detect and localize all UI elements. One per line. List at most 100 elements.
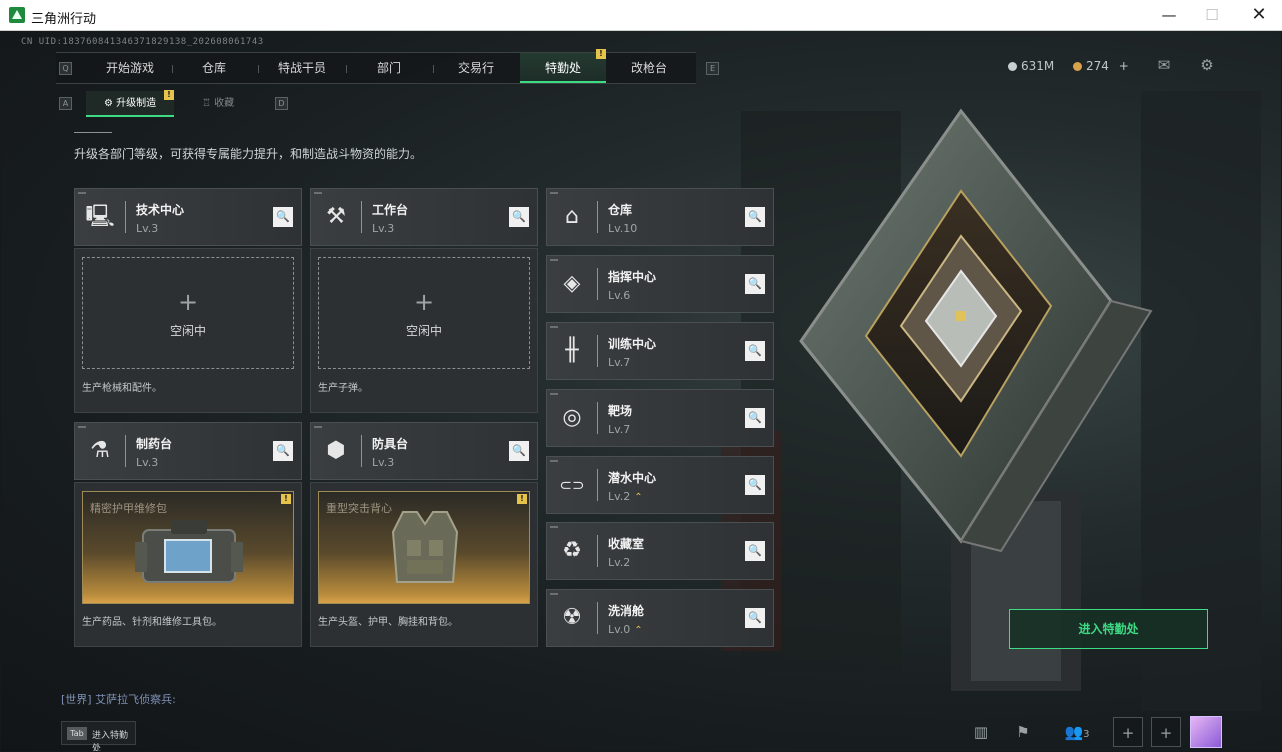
card-divider bbox=[597, 402, 598, 434]
player-uid: CN UID:18376084134637182913​8_2026080617… bbox=[21, 37, 264, 47]
facility-decon-chamber[interactable]: ☢ 洗消舱 Lv.0 ⌃ 🔍 bbox=[546, 589, 774, 647]
window-title: 三角洲行动 bbox=[31, 12, 97, 27]
search-icon[interactable]: 🔍 bbox=[509, 207, 529, 227]
plus-icon: + bbox=[177, 288, 199, 316]
card-corner-mark bbox=[78, 426, 86, 428]
nav-next-key-e[interactable]: E bbox=[706, 62, 719, 75]
tab-gunsmith[interactable]: 改枪台 bbox=[616, 53, 682, 83]
tab-special-ops[interactable]: 特勤处 bbox=[520, 53, 606, 83]
nav-prev-key-q[interactable]: Q bbox=[59, 62, 72, 75]
maximize-button[interactable]: ☐ bbox=[1200, 4, 1224, 26]
search-icon[interactable]: 🔍 bbox=[509, 441, 529, 461]
dept-workbench-header[interactable]: ⚒ 工作台 Lv.3 🔍 bbox=[310, 188, 538, 246]
main-nav: Q 开始游戏 仓库 特战干员 部门 交易行 特勤处 ! 改枪台 E bbox=[56, 49, 719, 84]
currency-2-value: 274 bbox=[1086, 59, 1109, 73]
currency-1: 631M bbox=[1008, 59, 1054, 73]
dept-description: 生产子弹。 bbox=[318, 383, 368, 394]
slot-status: 空闲中 bbox=[405, 324, 442, 338]
add-party-slot-button[interactable]: + bbox=[1151, 717, 1181, 747]
facility-level: Lv.0 ⌃ bbox=[608, 623, 643, 636]
card-corner-mark bbox=[550, 192, 558, 194]
tab-department[interactable]: 部门 bbox=[354, 53, 424, 83]
monitor-icon: 🖳 bbox=[85, 204, 115, 229]
dept-name: 工作台 bbox=[372, 203, 409, 217]
search-icon[interactable]: 🔍 bbox=[745, 608, 765, 628]
tab-key: Tab bbox=[67, 727, 87, 740]
facility-level: Lv.7 bbox=[608, 356, 631, 369]
nav-separator bbox=[433, 65, 434, 73]
search-icon[interactable]: 🔍 bbox=[745, 541, 765, 561]
subtab-collection-label: 收藏 bbox=[214, 98, 235, 109]
enter-special-ops-button[interactable]: 进入特勤处 bbox=[1009, 609, 1208, 649]
subtab-badge: ! bbox=[164, 90, 174, 100]
close-button[interactable]: ✕ bbox=[1247, 4, 1271, 26]
production-slot-empty[interactable]: + 空闲中 bbox=[82, 257, 294, 369]
facility-shooting-range[interactable]: ◎ 靶场 Lv.7 🔍 bbox=[546, 389, 774, 447]
target-icon: ◎ bbox=[562, 405, 582, 430]
coin-icon bbox=[1008, 62, 1017, 71]
friends-button[interactable]: 👥3 bbox=[1059, 717, 1095, 747]
search-icon[interactable]: 🔍 bbox=[745, 408, 765, 428]
card-corner-mark bbox=[550, 326, 558, 328]
flag-icon[interactable]: ⚑ bbox=[1008, 717, 1038, 747]
intro-text: 升级各部门等级，可获得专属能力提升，和制造战斗物资的能力。 bbox=[74, 147, 423, 161]
add-party-slot-button[interactable]: + bbox=[1113, 717, 1143, 747]
dept-pharmacy-body: 精密护甲维修包 ! 生产药品、针剂和维修工具包。 bbox=[74, 482, 302, 647]
assault-vest-image bbox=[391, 511, 459, 583]
game-screen: CN UID:18376084134637182913​8_2026080617… bbox=[1, 31, 1281, 751]
dept-level: Lv.3 bbox=[372, 222, 395, 235]
facility-diving-center[interactable]: ⊂⊃ 潜水中心 Lv.2 ⌃ 🔍 bbox=[546, 456, 774, 514]
dept-pharmacy-header[interactable]: ⚗ 制药台 Lv.3 🔍 bbox=[74, 422, 302, 480]
stats-chart-icon[interactable]: ▥ bbox=[966, 717, 996, 747]
search-icon[interactable]: 🔍 bbox=[745, 475, 765, 495]
card-divider bbox=[361, 201, 362, 233]
nav-separator bbox=[346, 65, 347, 73]
mail-icon[interactable]: ✉ bbox=[1154, 56, 1174, 74]
tab-operators[interactable]: 特战干员 bbox=[266, 53, 338, 83]
facility-collection-room[interactable]: ♻ 收藏室 Lv.2 🔍 bbox=[546, 522, 774, 580]
warehouse-icon: ⌂ bbox=[565, 204, 579, 229]
facility-level-value: Lv.2 bbox=[608, 490, 631, 503]
currency-1-value: 631M bbox=[1021, 59, 1055, 73]
dept-name: 制药台 bbox=[136, 437, 173, 451]
subtab-collection[interactable]: ♖ 收藏 bbox=[182, 91, 262, 117]
facility-level-value: Lv.0 bbox=[608, 623, 631, 636]
production-slot-product[interactable]: 重型突击背心 ! bbox=[318, 491, 530, 604]
production-slot-product[interactable]: 精密护甲维修包 ! bbox=[82, 491, 294, 604]
dept-armor-header[interactable]: ⬢ 防具台 Lv.3 🔍 bbox=[310, 422, 538, 480]
subnav-next-key-d[interactable]: D bbox=[275, 97, 288, 110]
facility-level: Lv.10 bbox=[608, 222, 638, 235]
subtab-upgrade-craft[interactable]: ⚙ 升级制造 bbox=[86, 91, 174, 117]
card-corner-mark bbox=[550, 393, 558, 395]
facility-warehouse[interactable]: ⌂ 仓库 Lv.10 🔍 bbox=[546, 188, 774, 246]
avatar[interactable] bbox=[1190, 716, 1222, 748]
subnav-prev-key-a[interactable]: A bbox=[59, 97, 72, 110]
facility-name: 仓库 bbox=[608, 203, 633, 217]
dept-tech-center-body: + 空闲中 生产枪械和配件。 bbox=[74, 248, 302, 413]
search-icon[interactable]: 🔍 bbox=[745, 207, 765, 227]
search-icon[interactable]: 🔍 bbox=[273, 441, 293, 461]
upgrade-available-icon: ⌃ bbox=[634, 625, 643, 636]
dept-tech-center-header[interactable]: 🖳 技术中心 Lv.3 🔍 bbox=[74, 188, 302, 246]
card-divider bbox=[597, 335, 598, 367]
tab-hint-button[interactable]: Tab 进入特勤处 bbox=[61, 721, 136, 751]
facility-command-center[interactable]: ◈ 指挥中心 Lv.6 🔍 bbox=[546, 255, 774, 313]
gear-icon[interactable]: ⚙ bbox=[1197, 56, 1217, 74]
tab-warehouse[interactable]: 仓库 bbox=[180, 53, 248, 83]
search-icon[interactable]: 🔍 bbox=[745, 274, 765, 294]
diving-mask-icon: ⊂⊃ bbox=[559, 476, 585, 494]
production-slot-empty[interactable]: + 空闲中 bbox=[318, 257, 530, 369]
search-icon[interactable]: 🔍 bbox=[273, 207, 293, 227]
tab-start-game[interactable]: 开始游戏 bbox=[96, 53, 164, 83]
minimize-button[interactable]: — bbox=[1157, 4, 1181, 26]
tab-special-ops-badge: ! bbox=[596, 49, 606, 59]
world-chat-line[interactable]: [世界] 艾萨拉飞侦察兵: bbox=[61, 691, 176, 707]
search-icon[interactable]: 🔍 bbox=[745, 341, 765, 361]
tab-trading[interactable]: 交易行 bbox=[441, 53, 511, 83]
add-currency-button[interactable]: + bbox=[1119, 59, 1129, 73]
dept-level: Lv.3 bbox=[136, 456, 159, 469]
facility-training-center[interactable]: ╫ 训练中心 Lv.7 🔍 bbox=[546, 322, 774, 380]
card-divider bbox=[597, 469, 598, 501]
subtab-upgrade-craft-label: 升级制造 bbox=[116, 98, 157, 109]
facility-name: 收藏室 bbox=[608, 537, 645, 551]
